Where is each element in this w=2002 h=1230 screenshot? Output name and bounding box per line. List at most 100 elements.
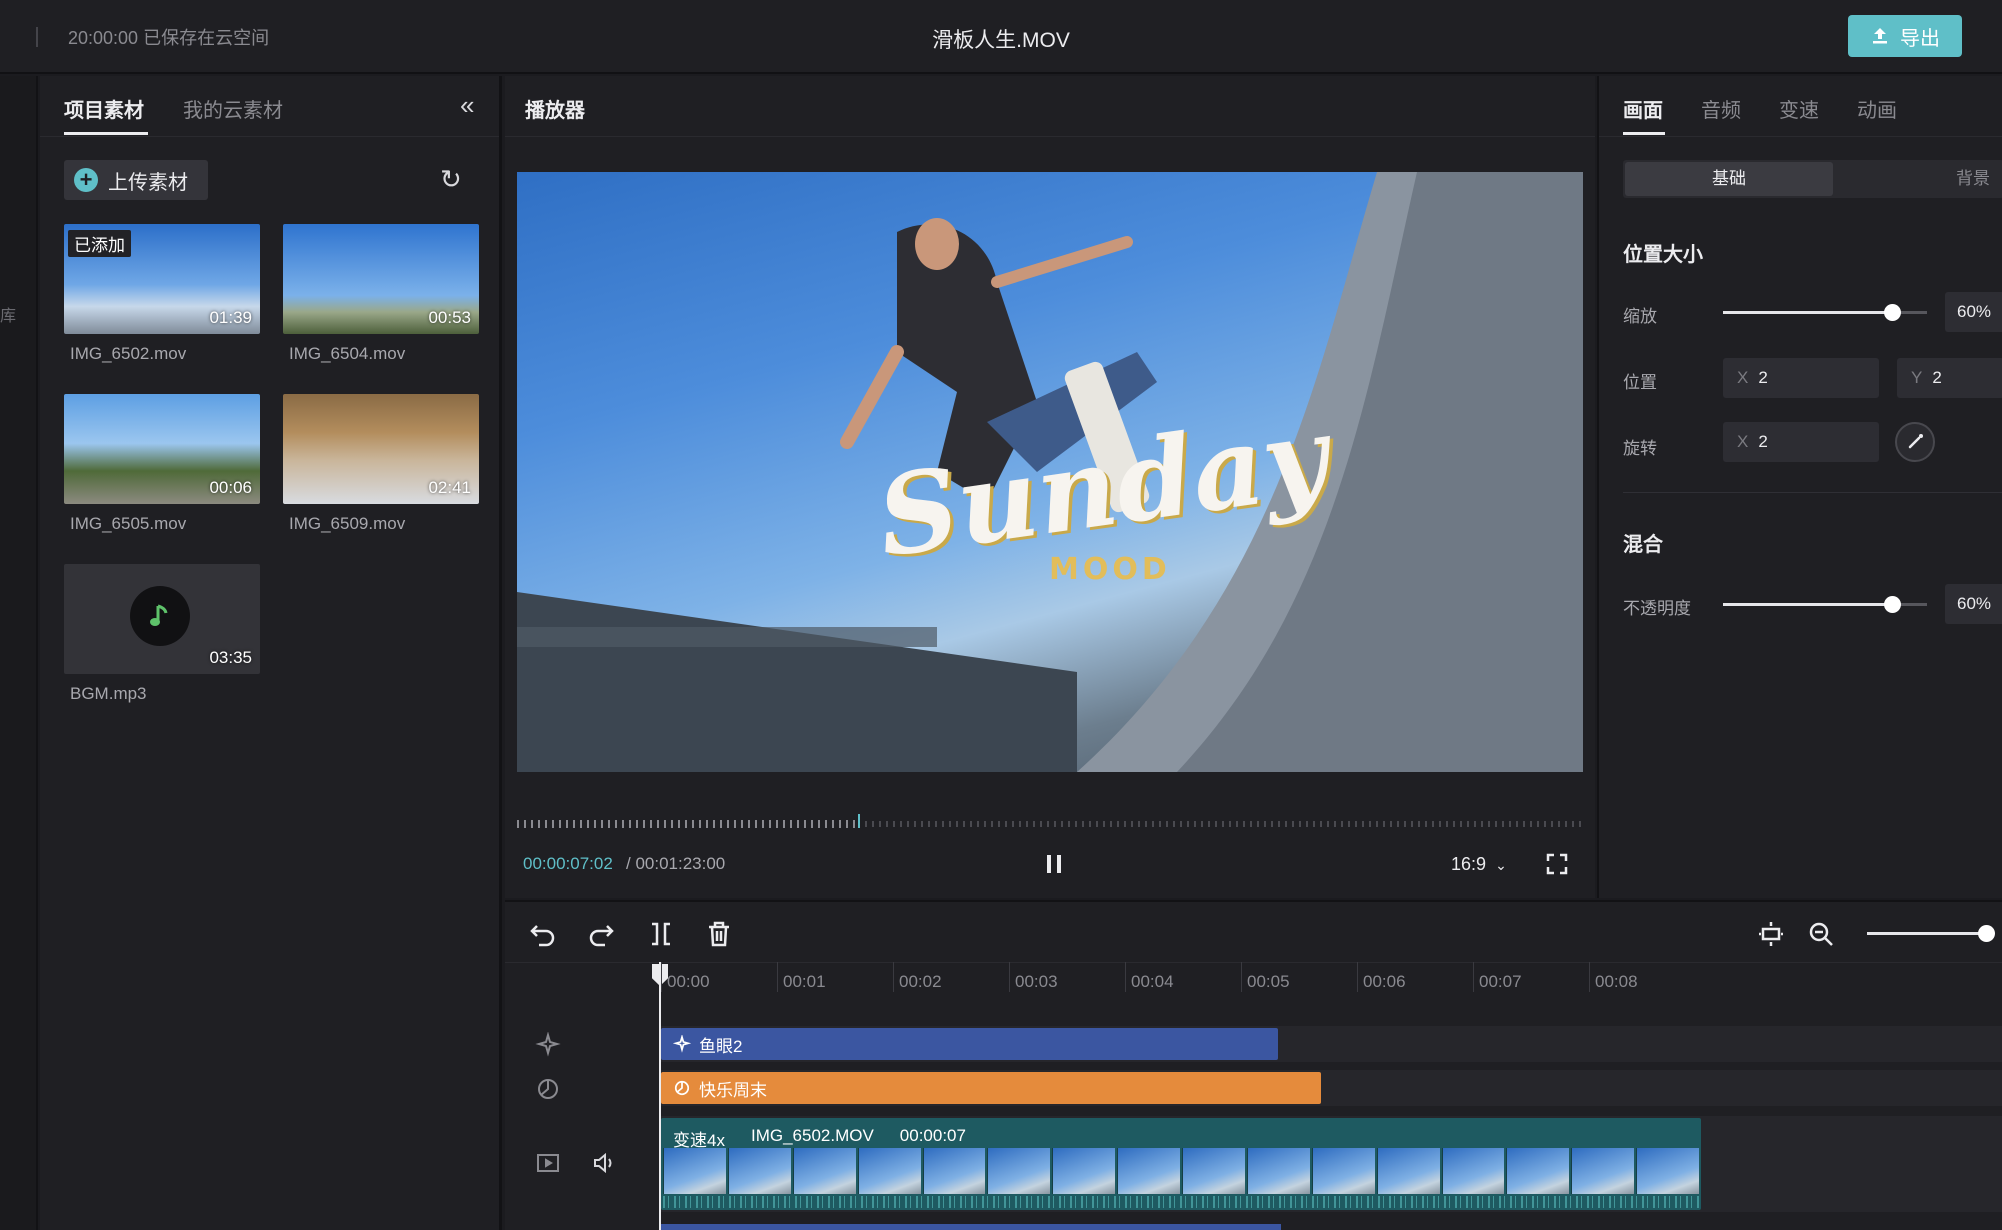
filmstrip-frame bbox=[1636, 1148, 1699, 1194]
playhead-handle[interactable] bbox=[652, 964, 668, 986]
pause-icon[interactable] bbox=[1042, 852, 1066, 876]
clip-duration: 00:53 bbox=[428, 308, 471, 327]
library-label[interactable]: 库 bbox=[0, 302, 16, 326]
redo-icon[interactable] bbox=[587, 920, 615, 948]
ruler-tick-label: 00:00 bbox=[667, 972, 710, 991]
divider bbox=[1623, 492, 2002, 493]
clip-name: IMG_6509.mov bbox=[289, 514, 406, 533]
opacity-value[interactable]: 60% bbox=[1945, 584, 2002, 624]
rotate-dial[interactable] bbox=[1895, 422, 1935, 462]
ruler-tick bbox=[1357, 962, 1358, 992]
ruler-tick-label: 00:04 bbox=[1131, 972, 1174, 991]
added-badge: 已添加 bbox=[68, 230, 131, 257]
clip-thumbnail: 02:41 bbox=[283, 394, 479, 504]
position-label: 位置 bbox=[1623, 373, 1657, 392]
ruler-tick bbox=[1473, 962, 1474, 992]
snap-icon[interactable] bbox=[1757, 920, 1785, 948]
section-title: 位置大小 bbox=[1623, 244, 1703, 266]
media-clip[interactable]: 00:53 IMG_6504.mov bbox=[283, 224, 479, 364]
filmstrip-frame bbox=[922, 1148, 986, 1194]
axis-label: X bbox=[1737, 432, 1749, 451]
ruler-tick-label: 00:03 bbox=[1015, 972, 1058, 991]
divider bbox=[505, 136, 1595, 137]
media-clip[interactable]: 02:41 IMG_6509.mov bbox=[283, 394, 479, 534]
zoom-out-icon[interactable] bbox=[1807, 920, 1835, 948]
position-y-value: 2 bbox=[1932, 368, 1942, 387]
zoom-slider[interactable] bbox=[1867, 932, 1987, 935]
filmstrip-frame bbox=[1117, 1148, 1180, 1194]
video-clip[interactable]: 变速4x IMG_6502.MOV 00:00:07 bbox=[661, 1118, 1701, 1210]
filmstrip-frame bbox=[1376, 1148, 1440, 1194]
zoom-slider-handle[interactable] bbox=[1978, 925, 1995, 942]
scale-slider[interactable] bbox=[1723, 304, 1927, 321]
playhead[interactable] bbox=[659, 962, 661, 1230]
fullscreen-icon[interactable] bbox=[1545, 852, 1569, 876]
rotate-label: 旋转 bbox=[1623, 439, 1657, 458]
divider bbox=[40, 136, 499, 137]
position-y-field[interactable]: Y2 bbox=[1897, 358, 2002, 398]
filter-clip-label: 快乐周末 bbox=[699, 1080, 767, 1100]
tab-speed[interactable]: 变速 bbox=[1779, 94, 1819, 123]
collapse-panel-icon[interactable]: « bbox=[460, 90, 474, 121]
filmstrip-frame bbox=[663, 1148, 726, 1194]
export-button[interactable]: 导出 bbox=[1848, 15, 1962, 57]
filmstrip-frame bbox=[1311, 1148, 1375, 1194]
left-sidebar: 库 bbox=[0, 76, 38, 1230]
aspect-ratio-select[interactable]: 16:9 ⌄ bbox=[1451, 854, 1507, 875]
filmstrip-frame bbox=[1571, 1148, 1635, 1194]
media-clip[interactable]: 已添加 01:39 IMG_6502.mov bbox=[64, 224, 260, 364]
scale-value[interactable]: 60% bbox=[1945, 292, 2002, 332]
opacity-slider[interactable] bbox=[1723, 596, 1927, 613]
total-time: / 00:01:23:00 bbox=[626, 854, 726, 873]
clip-thumbnail: 00:53 bbox=[283, 224, 479, 334]
clip-duration: 02:41 bbox=[428, 478, 471, 497]
ruler-tick-label: 00:01 bbox=[783, 972, 826, 991]
delete-icon[interactable] bbox=[705, 920, 733, 948]
upload-label: 上传素材 bbox=[108, 171, 188, 194]
filmstrip-frame bbox=[857, 1148, 921, 1194]
overlay-subtitle: MOOD bbox=[1049, 552, 1171, 587]
split-icon[interactable] bbox=[647, 920, 675, 948]
undo-icon[interactable] bbox=[529, 920, 557, 948]
filter-clip[interactable]: 快乐周末 bbox=[661, 1072, 1321, 1104]
tab-animation[interactable]: 动画 bbox=[1857, 94, 1897, 123]
ruler-tick-label: 00:07 bbox=[1479, 972, 1522, 991]
chevron-down-icon: ⌄ bbox=[1495, 857, 1507, 873]
ruler-tick bbox=[1125, 962, 1126, 992]
tab-cloud-media[interactable]: 我的云素材 bbox=[183, 94, 283, 123]
position-x-field[interactable]: X2 bbox=[1723, 358, 1879, 398]
video-preview[interactable]: Sunday MOOD bbox=[517, 172, 1583, 772]
active-tab-indicator bbox=[64, 132, 148, 135]
volume-icon[interactable] bbox=[591, 1150, 617, 1176]
segment-background[interactable]: 背景 bbox=[1913, 160, 2002, 198]
rotate-x-value: 2 bbox=[1758, 432, 1768, 451]
segment-basic[interactable]: 基础 bbox=[1625, 162, 1833, 196]
media-clip[interactable]: 00:06 IMG_6505.mov bbox=[64, 394, 260, 534]
ruler-tick bbox=[1009, 962, 1010, 992]
sparkle-icon bbox=[535, 1031, 561, 1058]
export-label: 导出 bbox=[1900, 27, 1940, 50]
tab-audio[interactable]: 音频 bbox=[1701, 94, 1741, 123]
slider-handle[interactable] bbox=[1884, 596, 1901, 613]
upload-media-button[interactable]: + 上传素材 bbox=[64, 160, 208, 200]
playback-scrubber[interactable] bbox=[517, 814, 1583, 830]
properties-panel: 画面 音频 变速 动画 基础 背景 位置大小 缩放 60% 位置 X2 Y2 旋… bbox=[1597, 76, 2002, 898]
tab-picture[interactable]: 画面 bbox=[1623, 94, 1663, 123]
axis-label: X bbox=[1737, 368, 1749, 387]
ruler-tick bbox=[893, 962, 894, 992]
filmstrip bbox=[663, 1148, 1699, 1194]
effect-clip[interactable]: 鱼眼2 bbox=[661, 1028, 1278, 1060]
clip-name: IMG_6502.mov bbox=[70, 344, 187, 363]
media-clip-audio[interactable]: 03:35 BGM.mp3 bbox=[64, 564, 260, 704]
next-track-clip[interactable] bbox=[661, 1224, 1281, 1230]
tab-project-media[interactable]: 项目素材 bbox=[64, 94, 144, 123]
refresh-icon[interactable]: ↻ bbox=[440, 164, 462, 195]
filmstrip-frame bbox=[792, 1148, 856, 1194]
rotate-x-field[interactable]: X2 bbox=[1723, 422, 1879, 462]
slider-handle[interactable] bbox=[1884, 304, 1901, 321]
scrubber-handle[interactable] bbox=[858, 814, 860, 828]
section-title: 混合 bbox=[1623, 534, 1663, 556]
ruler-tick bbox=[1589, 962, 1590, 992]
ruler-tick-label: 00:06 bbox=[1363, 972, 1406, 991]
player-title: 播放器 bbox=[525, 100, 585, 122]
